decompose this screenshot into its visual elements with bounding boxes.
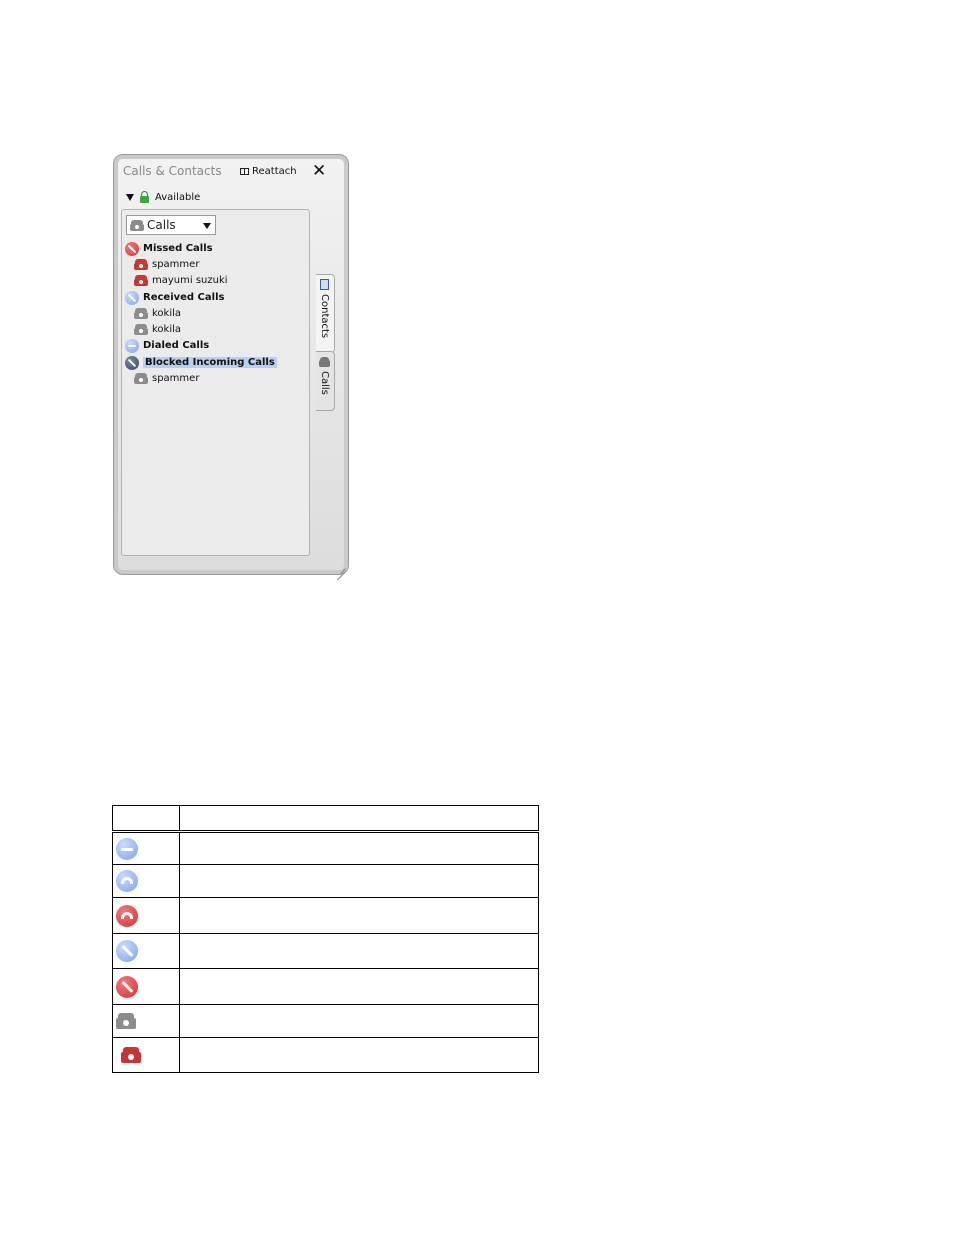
tab-contacts[interactable]: Contacts [316,274,335,353]
group-received-calls[interactable]: Received Calls [125,290,224,305]
address-book-icon [320,279,329,290]
list-item[interactable]: mayumi suzuki [134,273,228,288]
tab-label: Calls [319,371,330,395]
phone-icon [319,357,330,367]
table-cell [179,831,539,865]
missed-call-icon [116,975,138,998]
call-list: Calls Missed Calls spammer mayumi suzuki… [121,209,335,556]
phone-icon [130,219,144,231]
status-label: Available [155,191,201,203]
view-select-value: Calls [147,218,176,232]
phone-icon [116,1013,136,1029]
table-cell [112,864,180,898]
list-item[interactable]: spammer [134,371,199,386]
view-select[interactable]: Calls [126,215,216,235]
table-row [112,864,539,898]
list-item[interactable]: spammer [134,257,199,272]
group-label: Missed Calls [143,243,213,254]
group-dialed-calls[interactable]: Dialed Calls [125,338,209,353]
list-item[interactable]: kokila [134,322,181,337]
blocked-call-icon [125,355,139,370]
entry-name: spammer [152,259,200,270]
tab-calls[interactable]: Calls [316,351,335,411]
entry-name: spammer [152,373,200,384]
table-row [112,831,539,865]
phone-icon [134,308,148,319]
group-blocked-incoming-calls[interactable]: Blocked Incoming Calls [125,355,277,370]
table-cell [179,1037,539,1073]
list-item[interactable]: kokila [134,306,181,321]
table-cell [112,968,180,1005]
table-cell [179,897,539,934]
group-label: Received Calls [143,292,225,303]
missed-phone-icon [134,259,148,270]
table-row [112,968,539,1005]
missed-call-icon [125,241,139,256]
entry-name: kokila [152,324,182,335]
close-button[interactable]: ✕ [312,161,326,181]
table-cell [112,1004,180,1038]
dialed-call-icon [116,837,138,860]
disclosure-triangle-icon[interactable] [126,193,134,201]
missed-hangup-icon [116,904,138,927]
entry-name: kokila [152,308,182,319]
panel-title: Calls & Contacts [123,164,222,178]
group-label: Blocked Incoming Calls [143,357,277,368]
table-row [112,897,539,934]
table-row [112,1004,539,1038]
table-cell [179,864,539,898]
table-row [112,1037,539,1073]
table-cell [179,1004,539,1038]
reattach-icon [240,168,249,175]
calls-contacts-panel: Calls & Contacts Reattach ✕ Available Ca… [113,154,349,575]
group-missed-calls[interactable]: Missed Calls [125,241,213,256]
table-header-cell [179,805,539,833]
received-call-icon [116,940,138,962]
entry-name: mayumi suzuki [152,275,228,286]
close-icon: ✕ [312,161,327,181]
received-call-icon [125,290,139,305]
reattach-label: Reattach [252,166,297,177]
missed-phone-icon [121,1047,141,1063]
chevron-down-icon [203,223,211,229]
resize-grip-icon[interactable] [336,562,346,572]
tab-label: Contacts [319,294,330,339]
status-selector[interactable]: Available [126,191,200,203]
table-cell [179,968,539,1005]
phone-icon [134,324,148,335]
missed-phone-icon [134,275,148,286]
table-header-cell [112,805,180,833]
group-label: Dialed Calls [143,340,210,351]
table-cell [112,1037,180,1073]
outgoing-call-icon [116,870,138,892]
table-header-row [112,805,539,833]
table-row [112,933,539,969]
lock-icon [140,191,149,203]
dialed-call-icon [125,338,139,353]
table-cell [112,933,180,969]
icon-legend-table [112,805,539,1073]
table-cell [112,831,180,865]
table-cell [179,933,539,969]
reattach-button[interactable]: Reattach [240,166,297,177]
phone-icon [134,373,148,384]
table-cell [112,897,180,934]
